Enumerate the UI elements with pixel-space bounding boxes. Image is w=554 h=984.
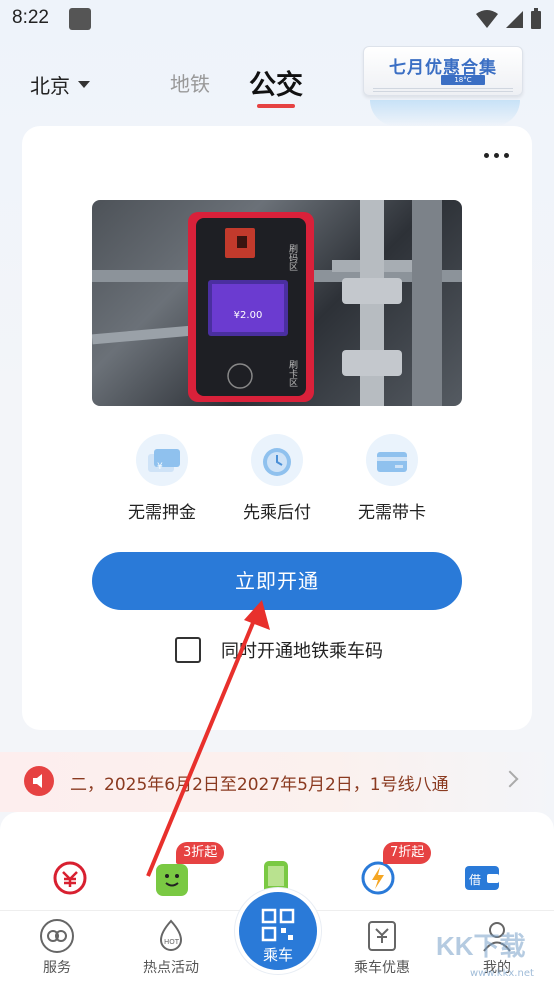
watermark-url: www.kkx.net bbox=[470, 968, 534, 979]
promo-wind-graphic bbox=[370, 100, 520, 126]
more-options-icon[interactable] bbox=[484, 150, 512, 160]
notification-icon bbox=[69, 8, 91, 30]
discount-badge: 3折起 bbox=[176, 842, 225, 864]
fare-display: ¥2.00 bbox=[234, 310, 263, 321]
checkbox-label: 同时开通地铁乘车码 bbox=[221, 641, 383, 662]
loan-icon[interactable]: 借 bbox=[462, 858, 502, 898]
services-icon bbox=[39, 918, 75, 954]
city-name: 北京 bbox=[30, 74, 70, 98]
status-bar: 8:22 bbox=[0, 0, 554, 38]
watermark: KK下载 bbox=[436, 931, 526, 961]
hot-flame-icon: HOT bbox=[153, 918, 189, 954]
tab-metro[interactable]: 地铁 bbox=[170, 68, 210, 97]
tab-label: 热点活动 bbox=[143, 960, 199, 976]
ride-label: 乘车 bbox=[262, 946, 293, 964]
photo-illustration: ¥2.00 刷码区 刷卡区 bbox=[92, 200, 462, 406]
card-icon bbox=[364, 432, 420, 488]
feature-label: 无需押金 bbox=[128, 503, 196, 523]
wifi-icon bbox=[476, 10, 498, 28]
activity-icon[interactable] bbox=[152, 858, 192, 898]
digital-rmb-icon[interactable] bbox=[50, 858, 90, 898]
metro-code-checkbox-row[interactable]: 同时开通地铁乘车码 bbox=[175, 637, 383, 663]
notice-text: 二，2025年6月2日至2027年5月2日，1号线八通 bbox=[70, 775, 449, 795]
tab-label: 乘车优惠 bbox=[354, 960, 410, 976]
promo-temperature: 18°C bbox=[441, 75, 485, 85]
feature-label: 无需带卡 bbox=[358, 503, 426, 523]
battery-icon bbox=[531, 8, 541, 29]
status-time: 8:22 bbox=[12, 7, 49, 28]
svg-text:¥: ¥ bbox=[157, 462, 163, 472]
tab-label: 服务 bbox=[43, 960, 71, 976]
lightning-icon[interactable] bbox=[358, 858, 398, 898]
metro-code-checkbox[interactable] bbox=[175, 637, 201, 663]
feature-no-deposit: ¥ 无需押金 bbox=[107, 432, 217, 523]
reader-label: 刷码区 bbox=[287, 244, 298, 271]
discount-coupon-icon bbox=[364, 918, 400, 954]
ac-vents bbox=[373, 88, 513, 92]
tab-bus[interactable]: 公交 bbox=[249, 63, 303, 102]
signal-icon bbox=[506, 11, 523, 28]
activate-now-button[interactable]: 立即开通 bbox=[92, 552, 462, 610]
feature-label: 先乘后付 bbox=[243, 503, 311, 523]
svg-text:借: 借 bbox=[469, 873, 481, 887]
promo-banner[interactable]: 七月优惠合集 18°C bbox=[363, 46, 523, 100]
status-icons bbox=[476, 8, 542, 30]
wallet-icon: ¥ bbox=[134, 432, 190, 488]
feature-no-card: 无需带卡 bbox=[337, 432, 447, 523]
discount-badge: 7折起 bbox=[383, 842, 432, 864]
tab-hot-activities[interactable]: HOT 热点活动 bbox=[126, 918, 216, 977]
active-tab-indicator bbox=[257, 104, 295, 108]
tab-services[interactable]: 服务 bbox=[12, 918, 102, 977]
speaker-icon bbox=[24, 766, 54, 796]
tab-ride-discounts[interactable]: 乘车优惠 bbox=[337, 918, 427, 977]
bus-card-reader-photo: ¥2.00 刷码区 刷卡区 bbox=[92, 200, 462, 406]
feature-ride-then-pay: 先乘后付 bbox=[222, 432, 332, 523]
caret-down-icon bbox=[78, 81, 90, 88]
svg-text:HOT: HOT bbox=[164, 938, 180, 946]
clock-icon bbox=[249, 432, 305, 488]
city-selector[interactable]: 北京 bbox=[30, 70, 90, 99]
tap-label: 刷卡区 bbox=[287, 360, 298, 387]
